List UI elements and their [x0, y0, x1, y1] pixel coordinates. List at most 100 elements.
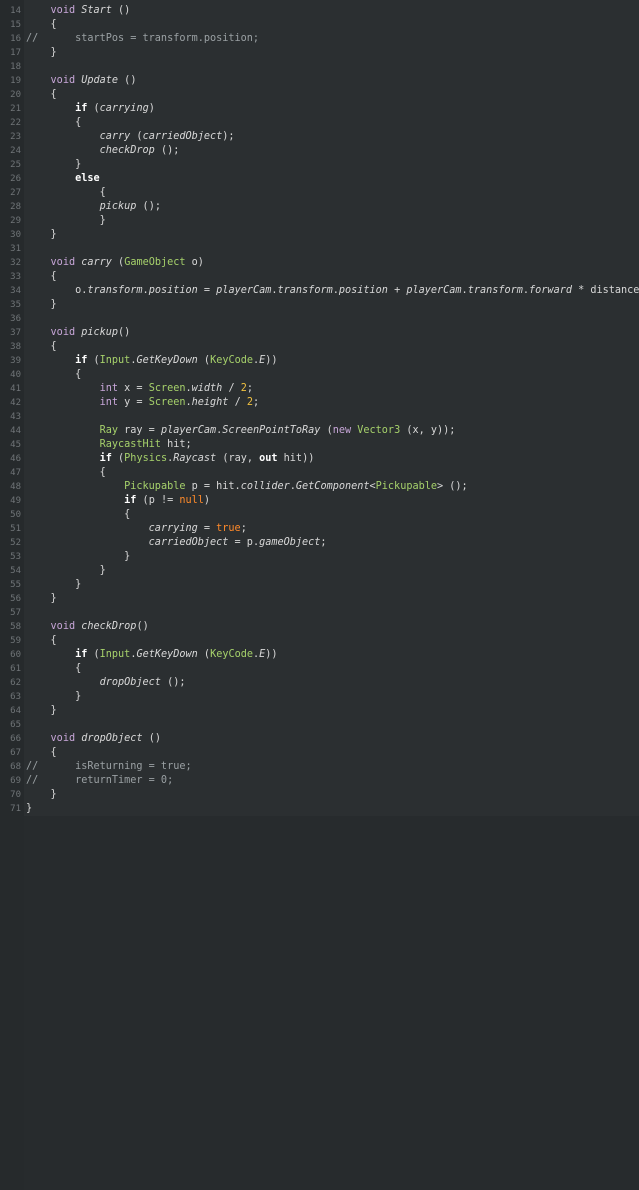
- line-number: 28: [10, 202, 21, 212]
- code-line[interactable]: 35 }: [0, 298, 639, 312]
- code-text: void dropObject (): [26, 732, 161, 746]
- code-line[interactable]: 19 void Update (): [0, 74, 639, 88]
- code-line[interactable]: 18: [0, 60, 639, 74]
- code-line[interactable]: 69 // returnTimer = 0;: [0, 774, 639, 788]
- line-number: 14: [10, 6, 21, 16]
- code-token: (: [87, 649, 100, 660]
- code-line[interactable]: 38 {: [0, 340, 639, 354]
- code-line[interactable]: 37 void pickup(): [0, 326, 639, 340]
- code-token: (: [320, 425, 333, 436]
- code-text: {: [26, 634, 57, 648]
- code-line[interactable]: 47 {: [0, 466, 639, 480]
- code-text: }: [26, 788, 57, 802]
- code-token: +: [387, 285, 407, 296]
- line-number: 45: [10, 440, 21, 450]
- code-line[interactable]: 65: [0, 718, 639, 732]
- code-line[interactable]: 31: [0, 242, 639, 256]
- code-line[interactable]: 42 int y = Screen.height / 2;: [0, 396, 639, 410]
- code-line[interactable]: 33 {: [0, 270, 639, 284]
- code-token: gameObject: [259, 537, 321, 548]
- code-line[interactable]: 66 void dropObject (): [0, 732, 639, 746]
- code-line[interactable]: 56 }: [0, 592, 639, 606]
- code-token: {: [26, 747, 57, 758]
- code-line[interactable]: 63 }: [0, 690, 639, 704]
- code-line[interactable]: 27 {: [0, 186, 639, 200]
- line-number: 37: [10, 328, 21, 338]
- code-line[interactable]: 59 {: [0, 634, 639, 648]
- code-line[interactable]: 36: [0, 312, 639, 326]
- code-token: ;: [253, 397, 260, 408]
- line-number: 71: [10, 804, 21, 814]
- line-number: 21: [10, 104, 21, 114]
- code-line[interactable]: 54 }: [0, 564, 639, 578]
- code-line[interactable]: 60 if (Input.GetKeyDown (KeyCode.E)): [0, 648, 639, 662]
- code-line[interactable]: 23 carry (carriedObject);: [0, 130, 639, 144]
- code-line[interactable]: 21 if (carrying): [0, 102, 639, 116]
- code-line[interactable]: 25 }: [0, 158, 639, 172]
- code-line[interactable]: 70 }: [0, 788, 639, 802]
- line-number: 20: [10, 90, 21, 100]
- code-line[interactable]: 48 Pickupable p = hit.collider.GetCompon…: [0, 480, 639, 494]
- code-line[interactable]: 64 }: [0, 704, 639, 718]
- code-line[interactable]: 32 void carry (GameObject o): [0, 256, 639, 270]
- code-line[interactable]: 14 void Start (): [0, 4, 639, 18]
- line-number: 69: [10, 776, 21, 786]
- line-number: 56: [10, 594, 21, 604]
- code-line[interactable]: 43: [0, 410, 639, 424]
- code-token: }: [26, 789, 57, 800]
- code-line[interactable]: 16 // startPos = transform.position;: [0, 32, 639, 46]
- code-line[interactable]: 46 if (Physics.Raycast (ray, out hit)): [0, 452, 639, 466]
- code-line[interactable]: 44 Ray ray = playerCam.ScreenPointToRay …: [0, 424, 639, 438]
- code-line[interactable]: 20 {: [0, 88, 639, 102]
- code-editor[interactable]: 1314 void Start ()15 {16// startPos = tr…: [0, 0, 639, 1190]
- code-line[interactable]: 22 {: [0, 116, 639, 130]
- code-token: if: [75, 649, 88, 660]
- code-text: }: [26, 564, 106, 578]
- code-line[interactable]: 40 {: [0, 368, 639, 382]
- code-line[interactable]: 15 {: [0, 18, 639, 32]
- code-line[interactable]: 29 }: [0, 214, 639, 228]
- code-line[interactable]: 57: [0, 606, 639, 620]
- code-line[interactable]: 50 {: [0, 508, 639, 522]
- code-line[interactable]: 26 else: [0, 172, 639, 186]
- code-line[interactable]: 45 RaycastHit hit;: [0, 438, 639, 452]
- code-line[interactable]: 51 carrying = true;: [0, 522, 639, 536]
- code-token: playerCam: [406, 285, 462, 296]
- code-text: void carry (GameObject o): [26, 256, 204, 270]
- code-line[interactable]: 28 pickup ();: [0, 200, 639, 214]
- code-text: {: [26, 18, 57, 32]
- code-line[interactable]: 24 checkDrop ();: [0, 144, 639, 158]
- code-text: {: [26, 340, 57, 354]
- code-line[interactable]: 68 // isReturning = true;: [0, 760, 639, 774]
- line-number: 68: [10, 762, 21, 772]
- code-line[interactable]: 39 if (Input.GetKeyDown (KeyCode.E)): [0, 354, 639, 368]
- code-token: Physics: [124, 453, 168, 464]
- code-token: checkDrop: [99, 145, 155, 156]
- code-token: }: [26, 593, 57, 604]
- code-line[interactable]: 49 if (p != null): [0, 494, 639, 508]
- code-line[interactable]: 71}: [0, 802, 639, 816]
- code-line[interactable]: 34 o.transform.position = playerCam.tran…: [0, 284, 639, 298]
- code-line[interactable]: 58 void checkDrop(): [0, 620, 639, 634]
- code-line[interactable]: 53 }: [0, 550, 639, 564]
- code-token: Update: [81, 75, 119, 86]
- code-line[interactable]: 30 }: [0, 228, 639, 242]
- code-text: }: [26, 578, 81, 592]
- code-token: GetKeyDown: [136, 649, 198, 660]
- line-number: 36: [10, 314, 21, 324]
- code-line[interactable]: 62 dropObject ();: [0, 676, 639, 690]
- code-line[interactable]: 67 {: [0, 746, 639, 760]
- line-number: 27: [10, 188, 21, 198]
- code-token: ;: [246, 383, 253, 394]
- code-line[interactable]: 17 }: [0, 46, 639, 60]
- code-line[interactable]: 55 }: [0, 578, 639, 592]
- code-line[interactable]: 61 {: [0, 662, 639, 676]
- code-line[interactable]: 41 int x = Screen.width / 2;: [0, 382, 639, 396]
- line-number: 49: [10, 496, 21, 506]
- code-line[interactable]: 52 carriedObject = p.gameObject;: [0, 536, 639, 550]
